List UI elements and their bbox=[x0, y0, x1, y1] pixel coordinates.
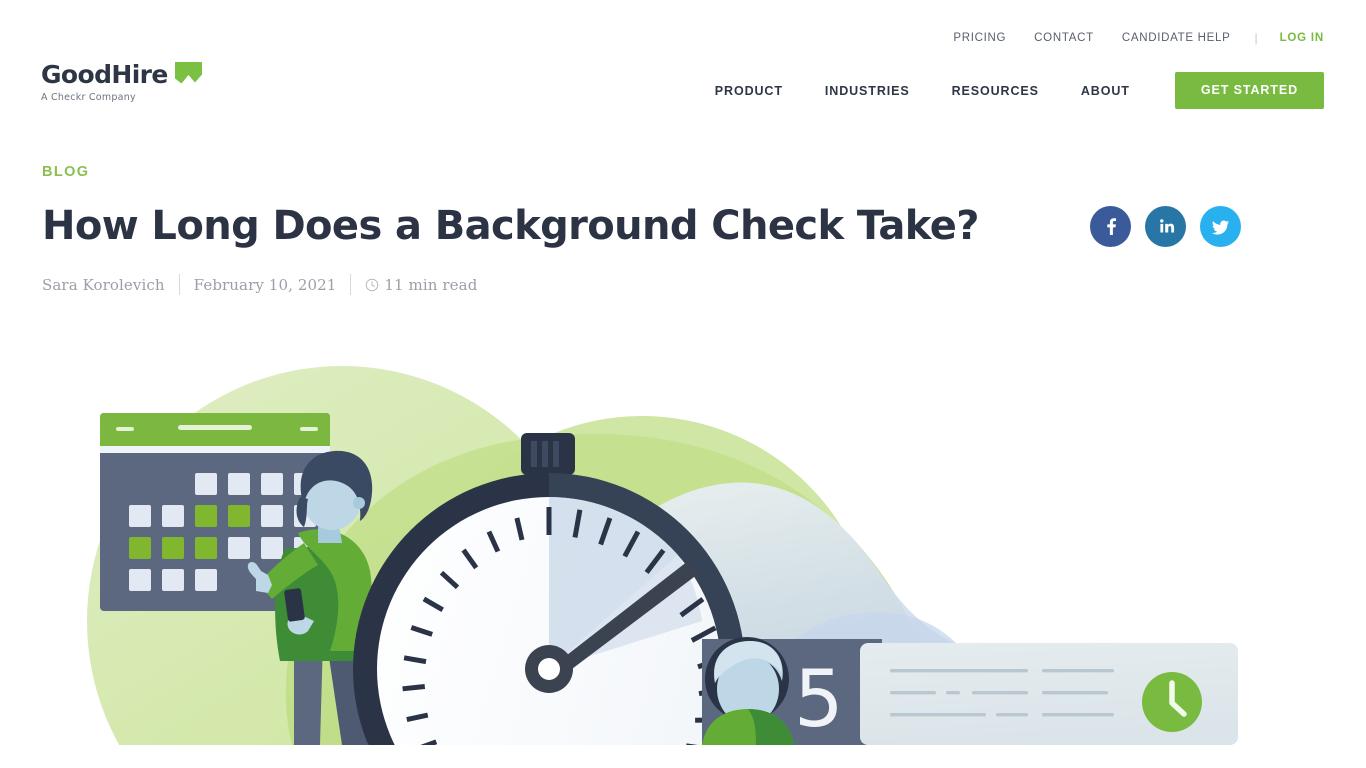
nav-link-product[interactable]: PRODUCT bbox=[694, 84, 804, 98]
clock-icon bbox=[365, 278, 379, 292]
goodhire-checkmark-icon bbox=[174, 62, 202, 89]
read-time: 11 min read bbox=[365, 276, 477, 294]
nav-link-industries[interactable]: INDUSTRIES bbox=[804, 84, 931, 98]
category-label-blog: BLOG bbox=[42, 164, 90, 180]
byline-divider-1 bbox=[178, 274, 180, 295]
document-card-graphic bbox=[860, 643, 1238, 745]
linkedin-share-icon[interactable] bbox=[1145, 205, 1186, 247]
share-buttons bbox=[1090, 205, 1241, 247]
article-byline: Sara Korolevich February 10, 2021 11 min… bbox=[42, 274, 1324, 295]
get-started-button[interactable]: GET STARTED bbox=[1174, 72, 1324, 109]
author-name: Sara Korolevich bbox=[42, 275, 165, 294]
publish-date: February 10, 2021 bbox=[193, 275, 337, 294]
utility-link-candidate-help[interactable]: CANDIDATE HELP bbox=[1108, 32, 1245, 44]
counter-number: 5 bbox=[794, 655, 844, 745]
login-link[interactable]: LOG IN bbox=[1268, 32, 1324, 44]
nav-link-resources[interactable]: RESOURCES bbox=[931, 84, 1060, 98]
utility-link-pricing[interactable]: PRICING bbox=[939, 32, 1020, 44]
article-title: How Long Does a Background Check Take? bbox=[42, 203, 979, 249]
utility-navigation: PRICING CONTACT CANDIDATE HELP | LOG IN bbox=[939, 31, 1324, 45]
logo-tagline: A Checkr Company bbox=[41, 92, 136, 103]
article-header: BLOG How Long Does a Background Check Ta… bbox=[0, 164, 1366, 295]
site-header: PRICING CONTACT CANDIDATE HELP | LOG IN … bbox=[0, 0, 1366, 124]
main-navigation: PRODUCT INDUSTRIES RESOURCES ABOUT GET S… bbox=[694, 72, 1324, 109]
nav-link-about[interactable]: ABOUT bbox=[1060, 84, 1151, 98]
read-time-label: 11 min read bbox=[384, 275, 478, 294]
twitter-share-icon[interactable] bbox=[1200, 205, 1241, 247]
utility-nav-divider: | bbox=[1254, 31, 1258, 45]
title-row: How Long Does a Background Check Take? bbox=[42, 204, 1324, 248]
byline-divider-2 bbox=[350, 274, 352, 295]
page-root: PRICING CONTACT CANDIDATE HELP | LOG IN … bbox=[0, 0, 1366, 768]
utility-link-contact[interactable]: CONTACT bbox=[1020, 32, 1108, 44]
logo-wordmark: GoodHire bbox=[41, 60, 168, 89]
facebook-share-icon[interactable] bbox=[1090, 205, 1131, 247]
hero-illustration: 5 bbox=[42, 321, 1238, 745]
goodhire-logo[interactable]: GoodHire A Checkr Company bbox=[41, 62, 202, 103]
logo-row: GoodHire bbox=[41, 62, 202, 89]
